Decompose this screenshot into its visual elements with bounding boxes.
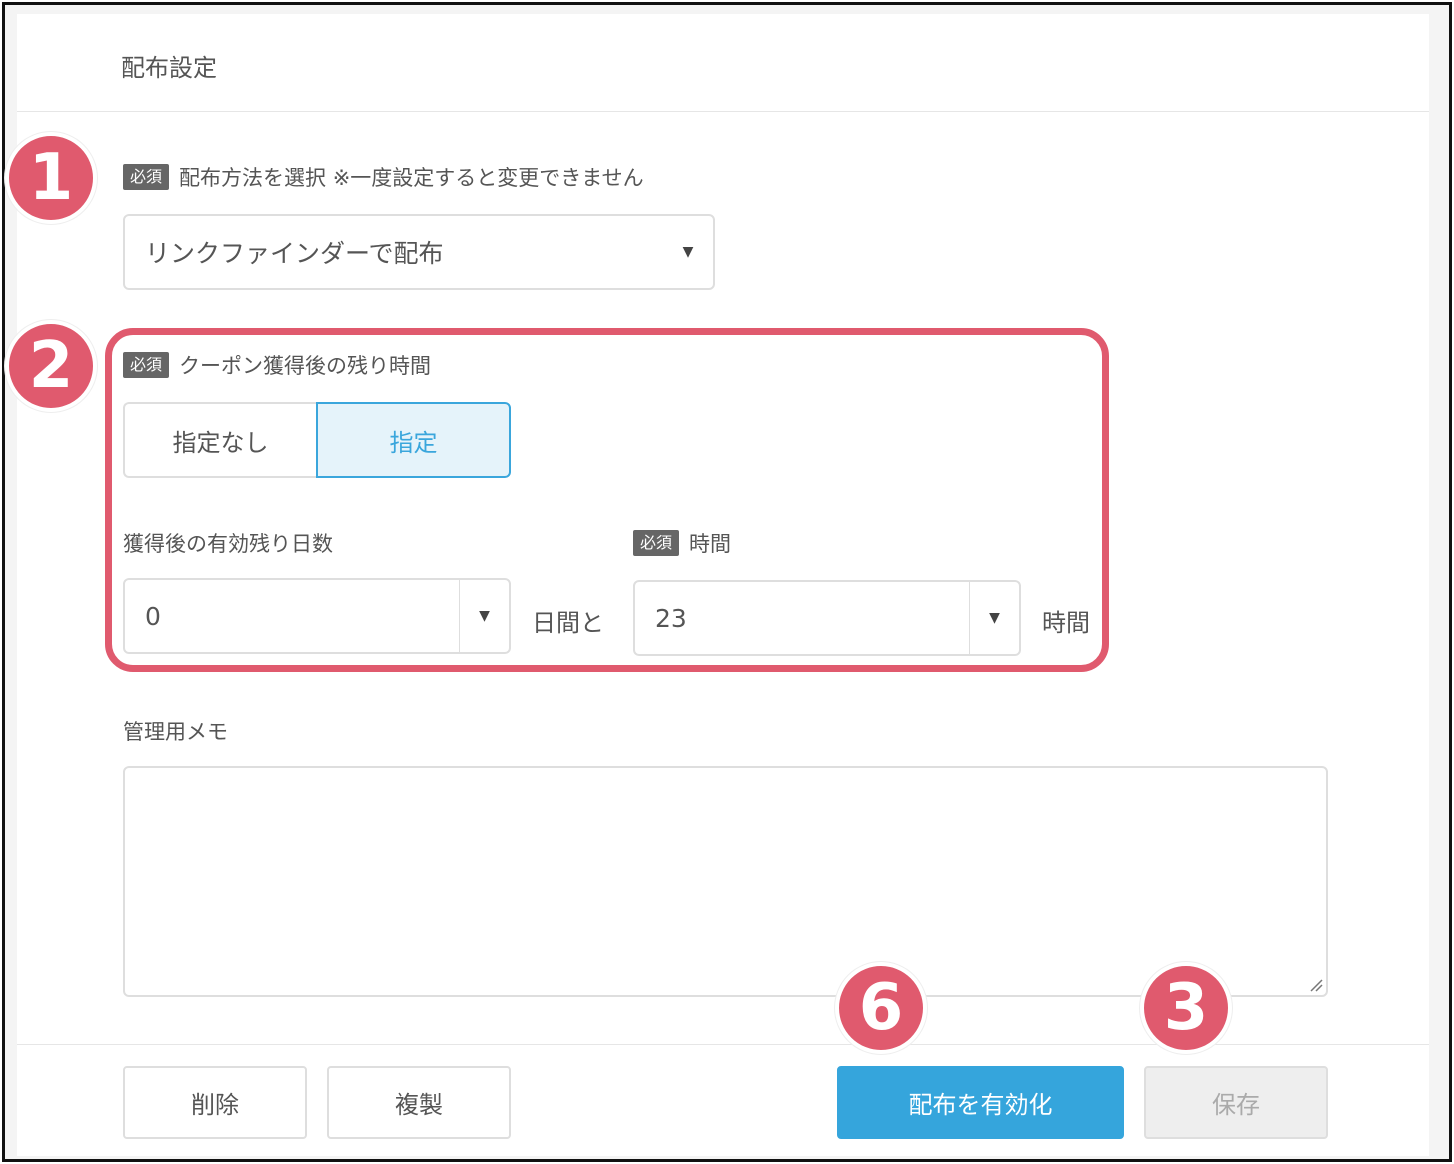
memo-label-text: 管理用メモ xyxy=(123,720,228,744)
dropdown-arrow-icon: ▼ xyxy=(682,244,694,260)
delete-button[interactable]: 削除 xyxy=(123,1066,307,1139)
save-button[interactable]: 保存 xyxy=(1144,1066,1328,1139)
activate-distribution-button[interactable]: 配布を有効化 xyxy=(837,1066,1124,1139)
required-badge: 必須 xyxy=(123,164,170,190)
step-marker-1: 1 xyxy=(5,132,97,224)
page-title: 配布設定 xyxy=(121,54,217,82)
step-marker-2: 2 xyxy=(5,320,97,412)
duplicate-button[interactable]: 複製 xyxy=(327,1066,511,1139)
panel-header: 配布設定 xyxy=(17,14,1429,112)
highlight-box xyxy=(105,328,1109,672)
distribution-method-label: 必須 配布方法を選択 ※一度設定すると変更できません xyxy=(123,162,644,192)
memo-textarea[interactable] xyxy=(123,766,1328,997)
resize-handle-icon[interactable] xyxy=(1309,978,1323,992)
footer-divider xyxy=(17,1044,1429,1045)
step-marker-3: 3 xyxy=(1140,962,1232,1054)
step-marker-6: 6 xyxy=(835,962,927,1054)
distribution-method-value: リンクファインダーで配布 xyxy=(145,239,444,268)
memo-label: 管理用メモ xyxy=(123,716,228,746)
distribution-method-label-text: 配布方法を選択 ※一度設定すると変更できません xyxy=(179,166,644,190)
distribution-method-select[interactable]: リンクファインダーで配布 ▼ xyxy=(123,214,715,290)
